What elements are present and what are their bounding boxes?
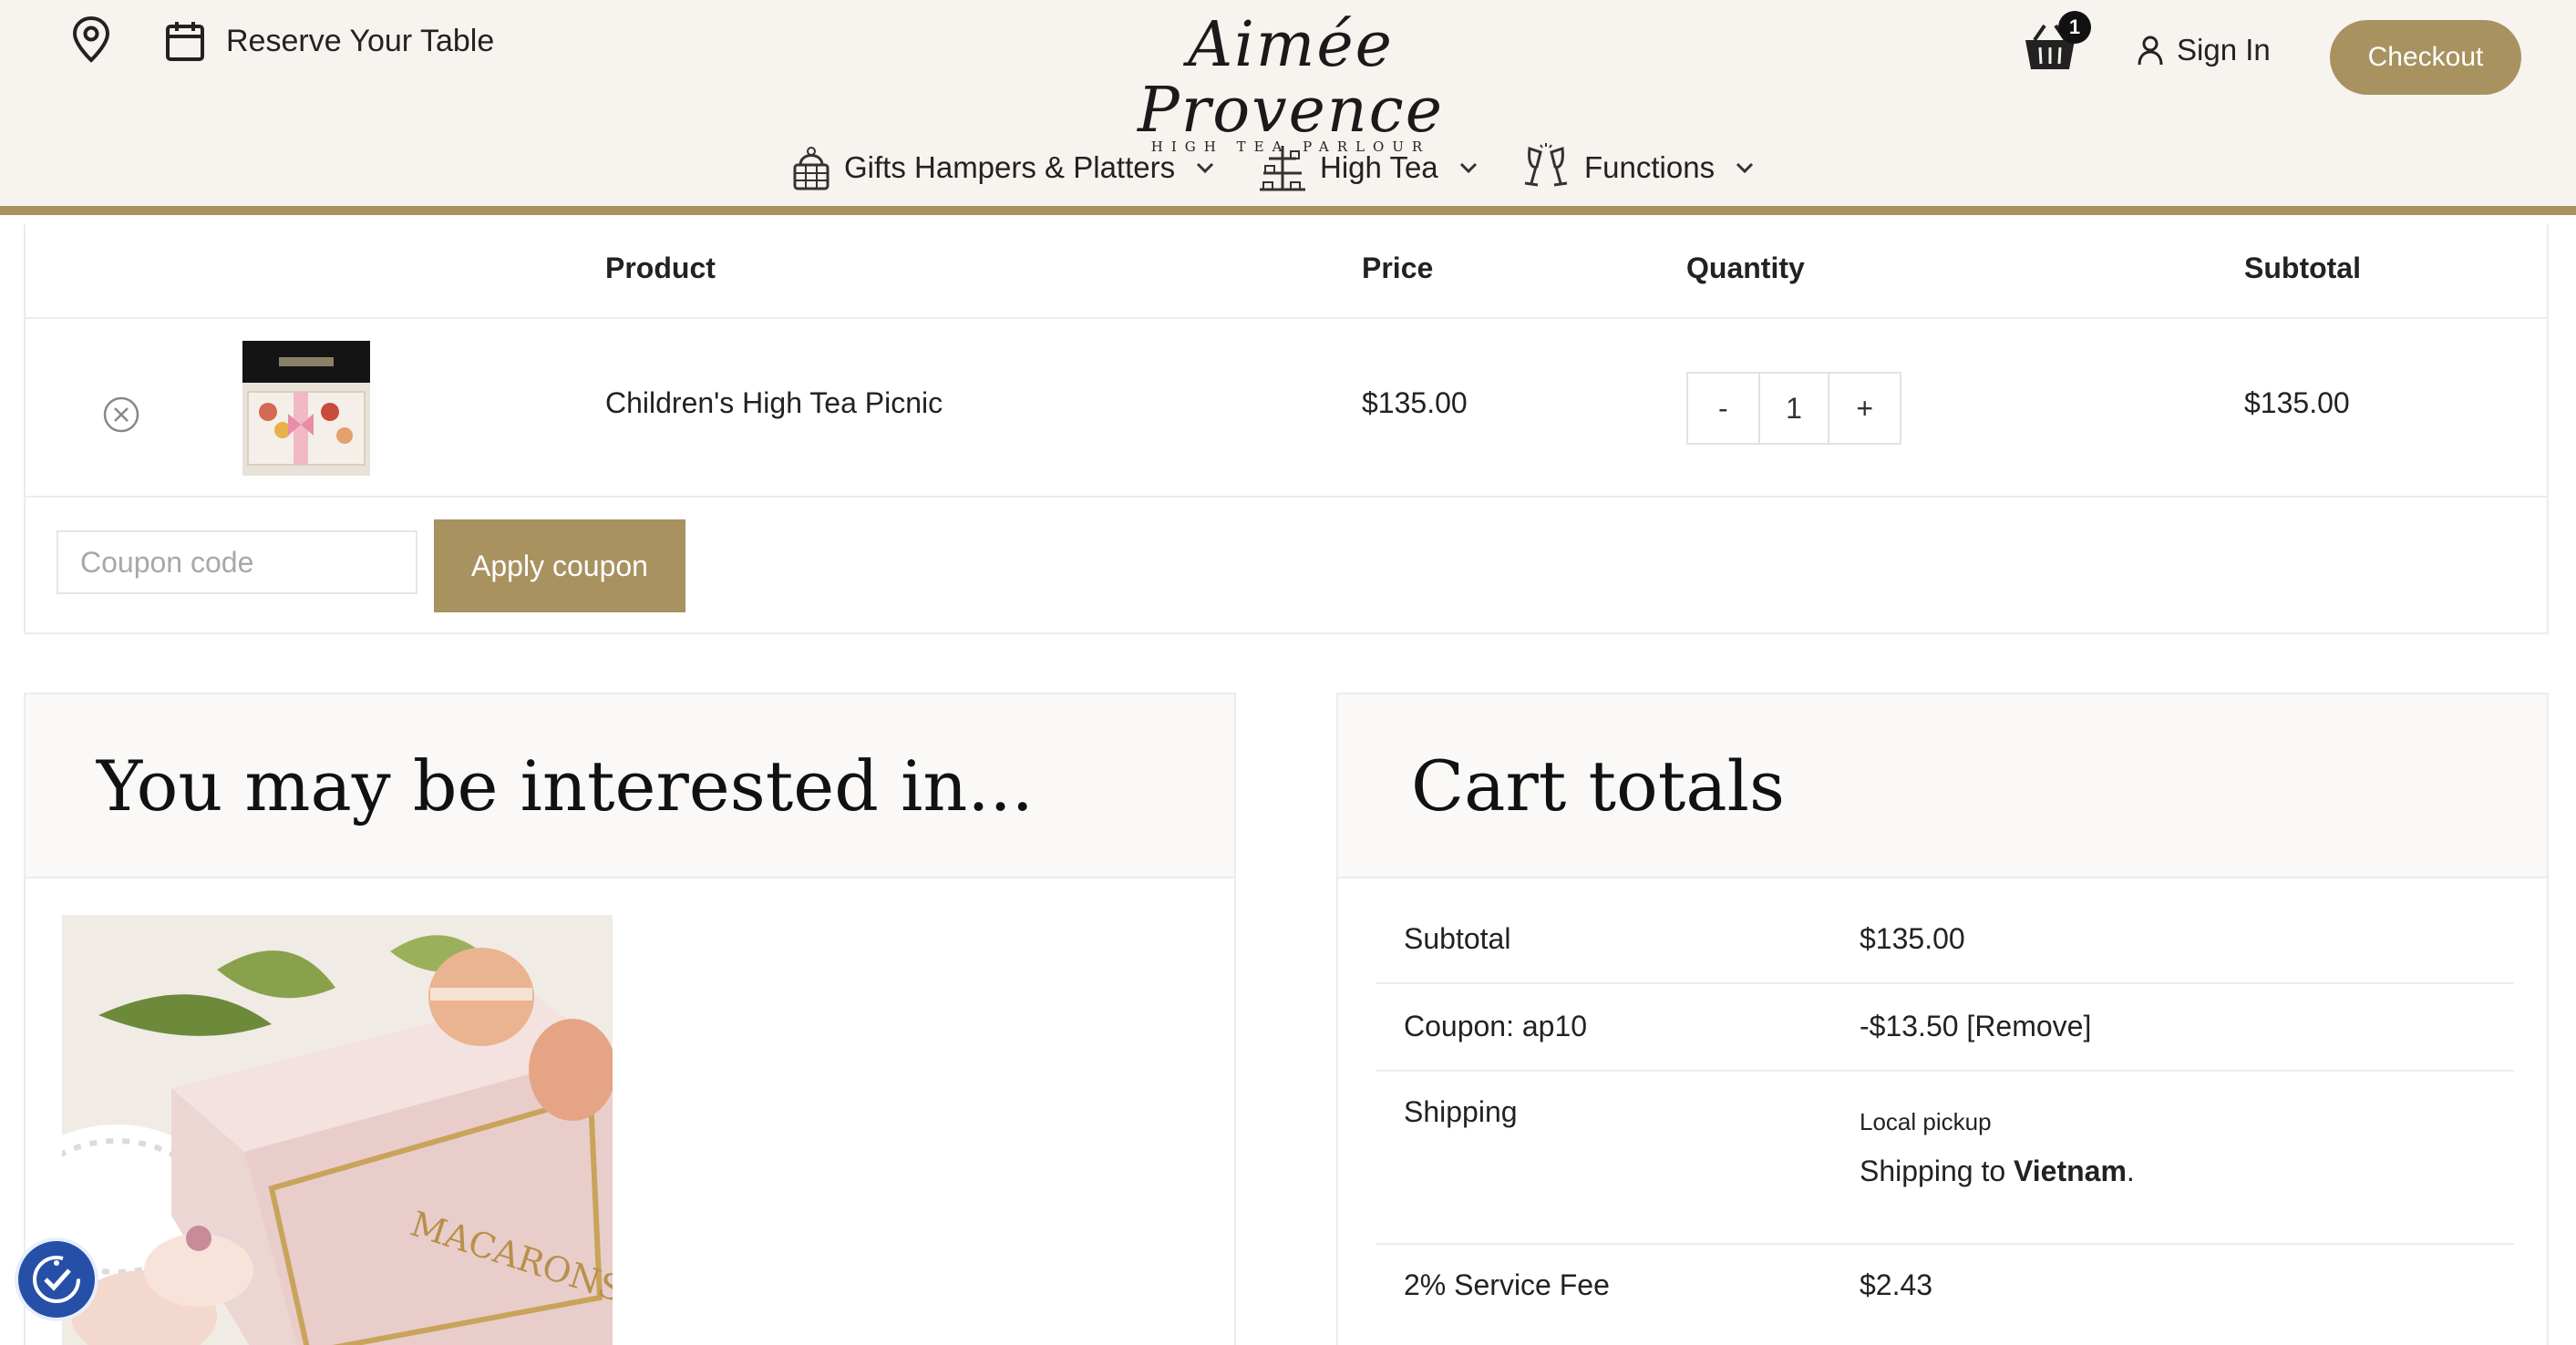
- sign-in-link[interactable]: Sign In: [2137, 33, 2271, 67]
- service-fee-label: 2% Service Fee: [1404, 1268, 1610, 1301]
- chevron-down-icon: [1736, 162, 1754, 174]
- column-header-price: Price: [1362, 252, 1434, 284]
- accessibility-widget-button[interactable]: [15, 1237, 98, 1321]
- coupon-discount: -$13.50: [1860, 1010, 1959, 1042]
- shipping-country: Vietnam: [2014, 1155, 2127, 1187]
- cross-sells-panel: You may be interested in... MACARONS: [24, 693, 1236, 1345]
- service-fee-value: $2.43: [1860, 1268, 1933, 1301]
- quantity-decrease-button[interactable]: -: [1688, 374, 1758, 443]
- column-header-product: Product: [605, 252, 716, 284]
- shipping-to-suffix: .: [2126, 1155, 2135, 1187]
- subtotal-value: $135.00: [1860, 922, 1965, 955]
- coupon-row: Coupon: ap10 -$13.50 [Remove]: [1376, 984, 2514, 1072]
- row-divider: [26, 496, 2547, 498]
- location-pin-icon[interactable]: [67, 15, 115, 66]
- shipping-label: Shipping: [1404, 1095, 1518, 1128]
- calendar-icon: [166, 22, 204, 61]
- product-name-link[interactable]: Children's High Tea Picnic: [605, 386, 943, 420]
- user-icon: [2138, 36, 2163, 66]
- nav-item-gifts-hampers[interactable]: Gifts Hampers & Platters: [791, 139, 1215, 197]
- site-logo[interactable]: Aimée Provence HIGH TEA PARLOUR: [1090, 9, 1491, 156]
- column-header-quantity: Quantity: [1686, 252, 1805, 284]
- nav-label-high-tea: High Tea: [1320, 150, 1438, 184]
- chevron-down-icon: [1197, 162, 1214, 174]
- macaron-product-image[interactable]: MACARONS: [62, 915, 613, 1345]
- remove-item-icon[interactable]: [102, 395, 140, 434]
- product-thumbnail[interactable]: [242, 341, 370, 476]
- logo-script: Aimée Provence: [1138, 9, 1444, 147]
- remove-coupon-link[interactable]: [Remove]: [1966, 1010, 2091, 1042]
- cart-totals-panel: Cart totals Subtotal $135.00 Coupon: ap1…: [1336, 693, 2549, 1345]
- coupon-code-input[interactable]: [57, 530, 417, 594]
- shipping-destination: Shipping to Vietnam.: [1860, 1155, 2135, 1188]
- cart-totals-title: Cart totals: [1411, 744, 1785, 827]
- quantity-increase-button[interactable]: +: [1829, 374, 1900, 443]
- accessibility-icon: [33, 1256, 80, 1303]
- nav-label-functions: Functions: [1584, 150, 1716, 184]
- coupon-label: Coupon: ap10: [1404, 1010, 1588, 1042]
- basket-icon: [793, 147, 829, 190]
- cart-count-badge: 1: [2058, 11, 2091, 44]
- shipping-details: Local pickup Shipping to Vietnam.: [1860, 1108, 2135, 1188]
- quantity-input[interactable]: 1: [1757, 374, 1830, 443]
- column-header-subtotal: Subtotal: [2244, 252, 2361, 284]
- tea-stand-icon: [1260, 146, 1305, 191]
- service-fee-row: 2% Service Fee $2.43: [1376, 1245, 2514, 1332]
- site-header: Reserve Your Table Aimée Provence HIGH T…: [0, 0, 2576, 215]
- shipping-to-prefix: Shipping to: [1860, 1155, 2014, 1187]
- coupon-value: -$13.50 [Remove]: [1860, 1010, 2091, 1043]
- subtotal-label: Subtotal: [1404, 922, 1511, 955]
- sign-in-label: Sign In: [2177, 33, 2271, 67]
- nav-label-gifts-hampers: Gifts Hampers & Platters: [844, 150, 1176, 184]
- main-nav: Gifts Hampers & Platters High Tea Functi…: [0, 139, 2576, 197]
- shipping-option: Local pickup: [1860, 1108, 1992, 1135]
- row-divider: [26, 317, 2547, 319]
- nav-item-functions[interactable]: Functions: [1520, 139, 1755, 197]
- champagne-glasses-icon: [1524, 143, 1568, 187]
- checkout-button[interactable]: Checkout: [2330, 20, 2521, 95]
- cart-totals-header: Cart totals: [1338, 694, 2547, 878]
- quantity-stepper: - 1 +: [1686, 372, 1901, 445]
- chevron-down-icon: [1459, 162, 1477, 174]
- product-price: $135.00: [1362, 386, 1468, 419]
- shipping-row: Shipping Local pickup Shipping to Vietna…: [1376, 1072, 2514, 1245]
- cart-table: Product Price Quantity Subtotal Children…: [24, 224, 2549, 634]
- cross-sells-title: You may be interested in...: [97, 744, 1034, 827]
- subtotal-row: Subtotal $135.00: [1376, 897, 2514, 984]
- reserve-table-link[interactable]: Reserve Your Table: [164, 16, 494, 66]
- reserve-table-label: Reserve Your Table: [226, 23, 495, 58]
- cross-sells-header: You may be interested in...: [26, 694, 1234, 878]
- product-subtotal: $135.00: [2244, 386, 2350, 419]
- apply-coupon-button[interactable]: Apply coupon: [434, 519, 685, 612]
- nav-item-high-tea[interactable]: High Tea: [1258, 139, 1479, 197]
